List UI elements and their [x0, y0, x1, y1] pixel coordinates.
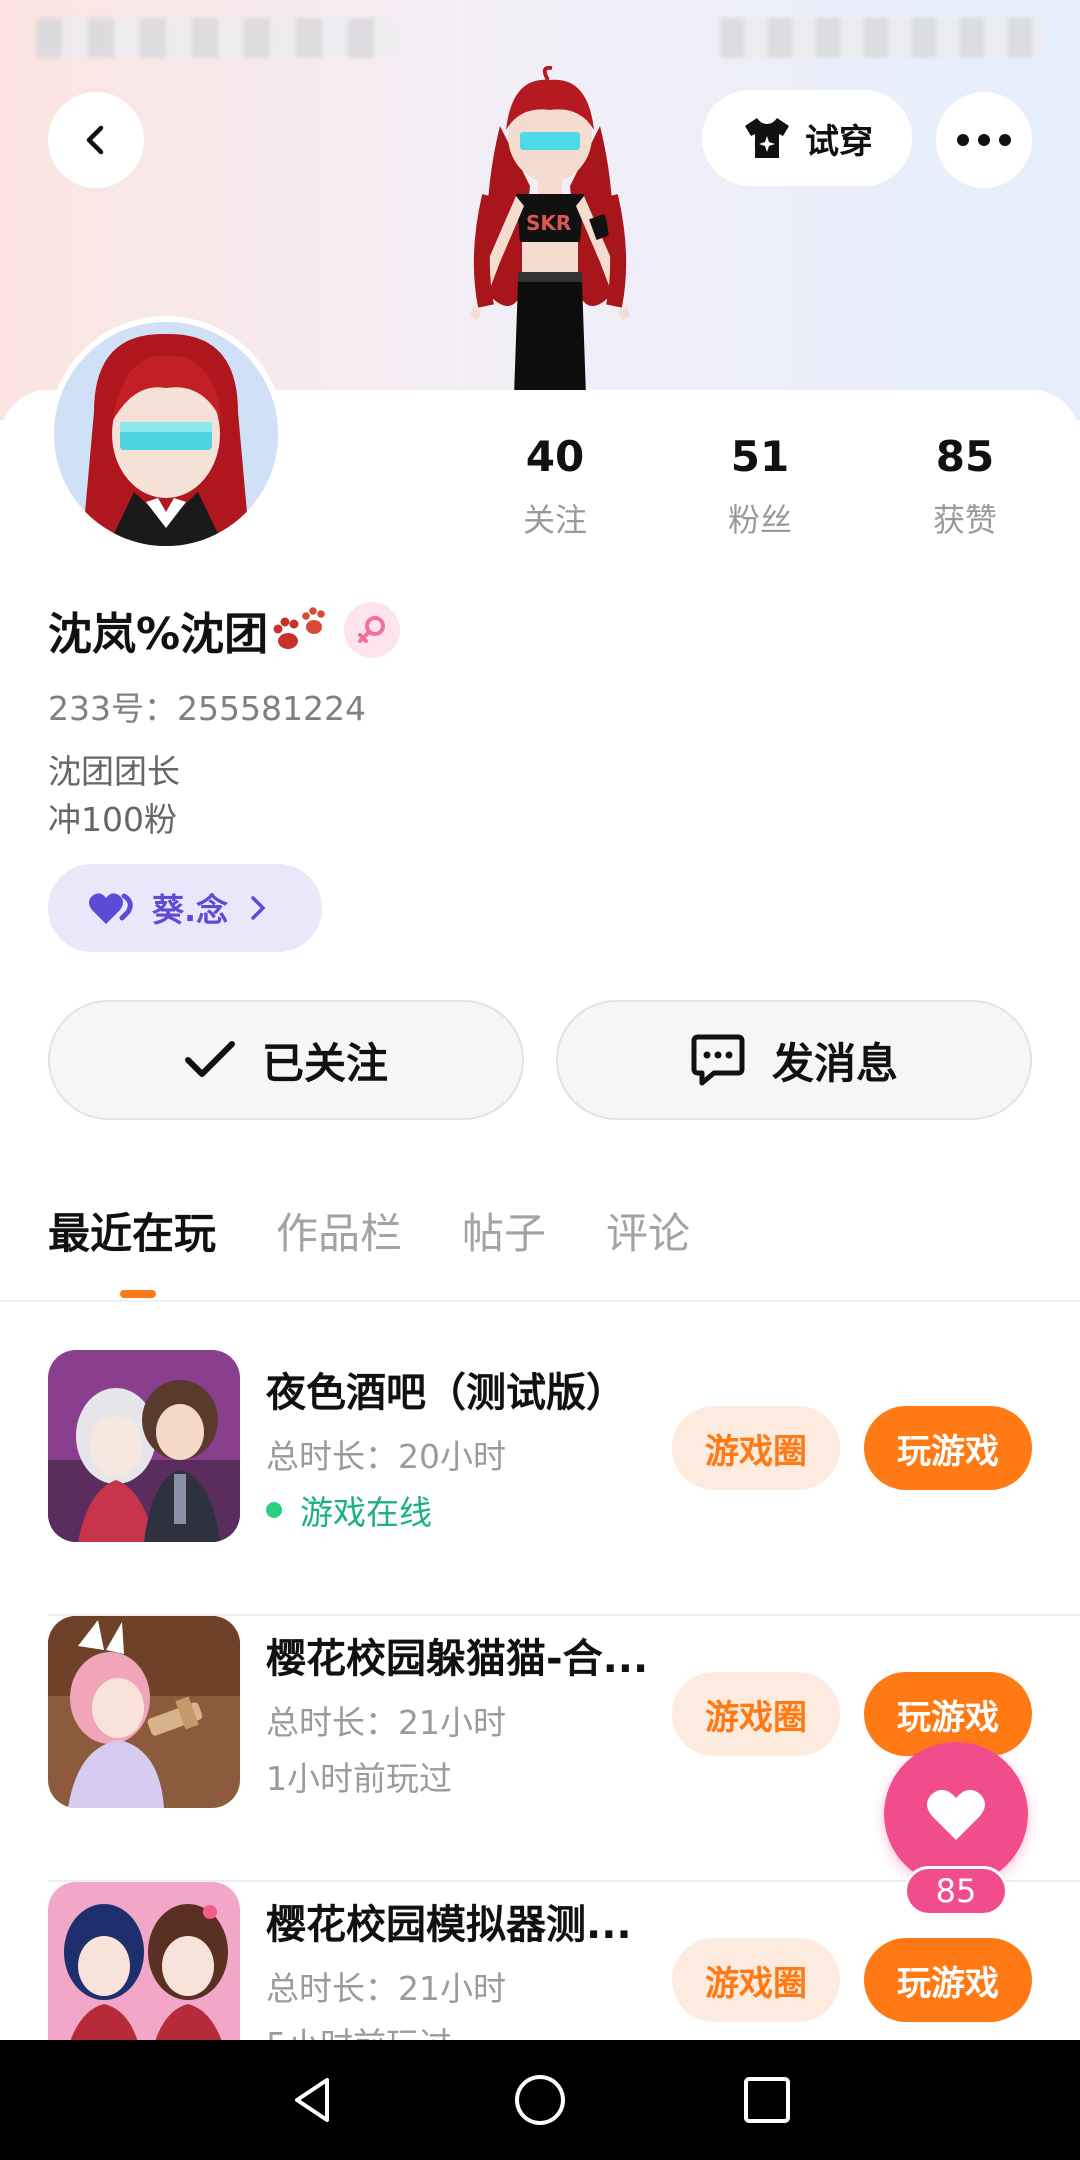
stat-value: 85: [935, 432, 995, 481]
game-playtime: 总时长：21小时: [266, 1969, 506, 2008]
stat-label: 关注: [522, 501, 587, 539]
chevron-right-icon: [251, 896, 266, 920]
game-title[interactable]: 夜色酒吧（测试版）: [266, 1360, 696, 1418]
list-item[interactable]: 夜色酒吧（测试版） 总时长：20小时 游戏在线 游戏圈 玩游戏: [48, 1350, 1080, 1616]
tab-works[interactable]: 作品栏: [276, 1200, 402, 1261]
bio-line: 沈团团长: [48, 752, 180, 791]
tab-recently-played[interactable]: 最近在玩: [48, 1200, 216, 1261]
back-button[interactable]: [48, 92, 144, 188]
svg-text:SKR: SKR: [526, 211, 571, 235]
guardian-badge[interactable]: 葵.念: [48, 864, 322, 952]
following-label: 已关注: [261, 1038, 388, 1088]
bio-line: 冲100粉: [48, 800, 177, 839]
female-gender-icon: [344, 602, 401, 658]
user-id: 233号：255581224: [48, 689, 366, 728]
profile-tabs: 最近在玩 作品栏 帖子 评论: [48, 1200, 690, 1261]
try-on-button[interactable]: 试穿: [702, 90, 912, 186]
paw-icon: [273, 607, 325, 649]
game-status: 1小时前玩过: [266, 1752, 452, 1800]
stat-value: 40: [525, 432, 585, 481]
avatar[interactable]: [48, 316, 284, 552]
check-icon: [184, 1041, 235, 1077]
game-title[interactable]: 樱花校园躲猫猫-合...: [266, 1626, 696, 1684]
game-circle-button[interactable]: 游戏圈: [672, 1406, 840, 1490]
send-message-button[interactable]: 发消息: [556, 1000, 1032, 1120]
bio: 沈团团长 冲100粉: [48, 748, 180, 844]
tshirt-icon: [745, 118, 789, 158]
game-status: 游戏在线: [266, 1486, 432, 1534]
stat-fans[interactable]: 51 粉丝: [685, 432, 835, 542]
nav-recents-icon[interactable]: [739, 2072, 795, 2128]
stat-following[interactable]: 40 关注: [480, 432, 630, 542]
avatar-image: [54, 322, 278, 546]
try-on-label: 试穿: [805, 121, 873, 162]
more-dots-icon: [957, 134, 1011, 146]
tab-comments[interactable]: 评论: [606, 1200, 690, 1261]
nav-back-icon[interactable]: [285, 2072, 341, 2128]
stat-label: 获赞: [932, 501, 997, 539]
like-button[interactable]: [884, 1742, 1028, 1886]
profile-stats: 40 关注 51 粉丝 85 获赞: [480, 432, 1040, 542]
game-circle-button[interactable]: 游戏圈: [672, 1672, 840, 1756]
tabs-divider: [0, 1300, 1080, 1302]
message-bubble-icon: [691, 1034, 745, 1086]
like-count: 85: [904, 1866, 1008, 1916]
play-game-button[interactable]: 玩游戏: [864, 1406, 1032, 1490]
send-message-label: 发消息: [771, 1038, 898, 1088]
heart-icon: [927, 1789, 985, 1840]
game-icon[interactable]: [48, 1350, 240, 1542]
following-button[interactable]: 已关注: [48, 1000, 524, 1120]
system-nav-bar: [0, 2040, 1080, 2160]
game-playtime: 总时长：21小时: [266, 1703, 506, 1742]
game-icon[interactable]: [48, 1616, 240, 1808]
back-arrow-icon: [86, 125, 104, 155]
play-game-button[interactable]: 玩游戏: [864, 1938, 1032, 2022]
game-status-text: 1小时前玩过: [266, 1759, 452, 1798]
game-circle-button[interactable]: 游戏圈: [672, 1938, 840, 2022]
avatar-3d-figure: SKR: [470, 66, 630, 396]
game-title[interactable]: 樱花校园模拟器测...: [266, 1892, 696, 1950]
guardian-name: 葵.念: [152, 891, 229, 929]
more-options-button[interactable]: [936, 92, 1032, 188]
username-row: 沈岚%沈团: [48, 598, 401, 662]
username: 沈岚%沈团: [48, 609, 269, 660]
tab-posts[interactable]: 帖子: [462, 1200, 546, 1261]
nav-home-icon[interactable]: [512, 2072, 568, 2128]
online-dot-icon: [266, 1502, 282, 1518]
stat-likes[interactable]: 85 获赞: [890, 432, 1040, 542]
stat-label: 粉丝: [727, 501, 792, 539]
status-bar-right-blurred: [720, 18, 1044, 58]
game-status-text: 游戏在线: [300, 1493, 432, 1532]
heart-icon: [89, 893, 133, 924]
status-bar-left-blurred: [36, 18, 396, 58]
game-playtime: 总时长：20小时: [266, 1437, 506, 1476]
stat-value: 51: [730, 432, 790, 481]
active-tab-indicator: [120, 1290, 156, 1298]
